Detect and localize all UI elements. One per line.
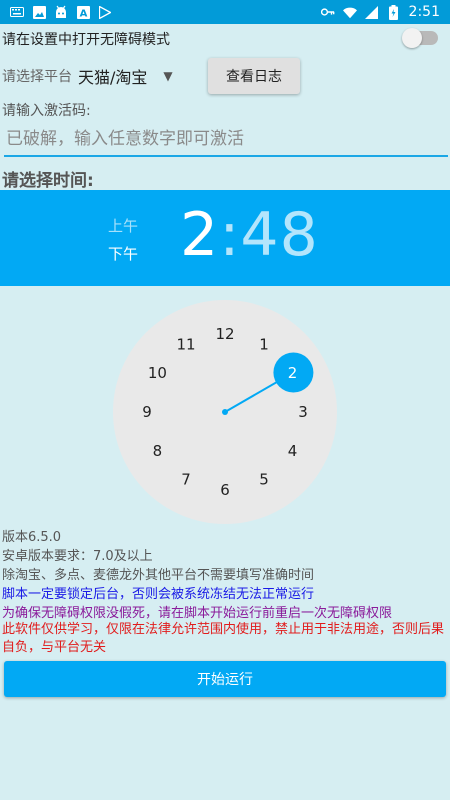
- hour-display[interactable]: 2: [180, 200, 219, 270]
- status-bar: A 2:51: [0, 0, 450, 24]
- svg-text:A: A: [79, 8, 87, 19]
- accessibility-toggle[interactable]: [402, 28, 438, 48]
- platform-dropdown[interactable]: 天猫/淘宝 ▼: [78, 64, 173, 88]
- accessibility-label: 请在设置中打开无障碍模式: [2, 32, 170, 48]
- dial-number-7[interactable]: 7: [181, 471, 191, 489]
- start-button[interactable]: 开始运行: [4, 661, 446, 697]
- wifi-icon: [342, 5, 357, 19]
- dial-number-2[interactable]: 2: [288, 364, 298, 382]
- play-store-icon: [98, 5, 112, 19]
- chevron-down-icon: ▼: [163, 69, 173, 83]
- time-note-text: 除淘宝、多点、麦德龙外其他平台不需要填写准确时间: [2, 568, 315, 583]
- dial-number-4[interactable]: 4: [288, 442, 298, 460]
- image-icon: [32, 5, 46, 19]
- activation-label: 请输入激活码:: [2, 103, 91, 119]
- signal-icon: [365, 5, 379, 19]
- platform-row: 请选择平台 天猫/淘宝 ▼ 查看日志: [0, 56, 450, 96]
- view-log-button[interactable]: 查看日志: [208, 58, 300, 94]
- time-colon: :: [219, 200, 241, 270]
- battery-icon: [387, 4, 401, 20]
- dial-number-9[interactable]: 9: [142, 403, 152, 421]
- restart-note-text: 为确保无障碍权限没假死，请在脚本开始运行前重启一次无障碍权限: [2, 606, 393, 621]
- dial-number-8[interactable]: 8: [153, 442, 163, 460]
- dial-number-11[interactable]: 11: [176, 335, 195, 353]
- clock-center-dot: [222, 409, 228, 415]
- platform-selected: 天猫/淘宝: [78, 68, 148, 87]
- disclaimer-text: 此软件仅供学习，仅限在法律允许范围内使用，禁止用于非法用途，否则后果自负，与平台…: [2, 622, 445, 655]
- minute-display[interactable]: 48: [240, 200, 318, 270]
- version-text: 版本6.5.0: [2, 530, 62, 545]
- dial-number-3[interactable]: 3: [298, 403, 308, 421]
- am-pm-selector: 上午 下午: [108, 212, 138, 268]
- keyboard-icon: [10, 5, 24, 19]
- android-icon: [54, 5, 68, 19]
- am-option[interactable]: 上午: [108, 212, 138, 240]
- dial-number-10[interactable]: 10: [148, 364, 167, 382]
- dial-number-5[interactable]: 5: [259, 471, 269, 489]
- dial-number-6[interactable]: 6: [220, 481, 230, 499]
- time-section-title: 请选择时间:: [2, 171, 94, 191]
- dial-number-12[interactable]: 12: [215, 325, 234, 343]
- key-icon: [320, 5, 335, 19]
- text-a-icon: A: [76, 5, 90, 19]
- toggle-thumb: [402, 28, 422, 48]
- time-picker-header: 上午 下午 2:48: [0, 190, 450, 286]
- android-requirement-text: 安卓版本要求：7.0及以上: [2, 549, 153, 564]
- clock-dial[interactable]: 12 1 2 3 4 5 6 7 8 9 10 11: [113, 300, 337, 524]
- lock-note-text: 脚本一定要锁定后台，否则会被系统冻结无法正常运行: [2, 587, 315, 602]
- platform-label: 请选择平台: [2, 69, 72, 85]
- pm-option[interactable]: 下午: [108, 240, 138, 268]
- dial-number-1[interactable]: 1: [259, 335, 269, 353]
- time-display: 2:48: [180, 200, 319, 270]
- status-time: 2:51: [408, 4, 440, 20]
- accessibility-row: 请在设置中打开无障碍模式: [0, 24, 450, 54]
- activation-code-input[interactable]: [4, 123, 448, 157]
